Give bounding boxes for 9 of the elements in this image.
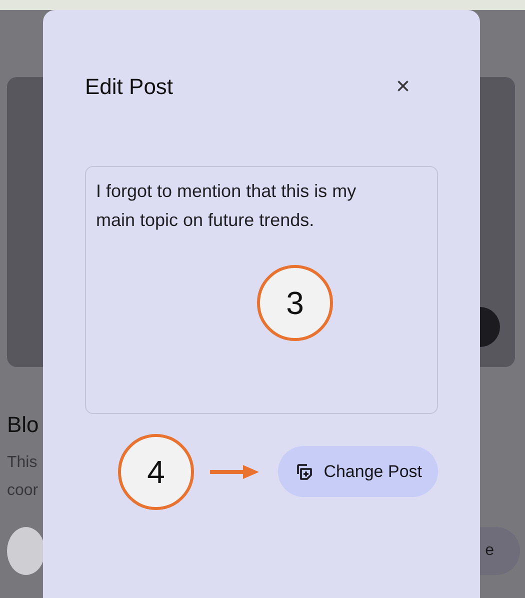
- avatar: [7, 527, 45, 575]
- close-button[interactable]: ×: [396, 73, 438, 101]
- arrow: [210, 465, 259, 479]
- post-heading: Blo: [7, 411, 39, 439]
- post-text: This: [7, 453, 38, 473]
- post-text: coor: [7, 481, 38, 501]
- copy-plus-icon: [296, 462, 314, 480]
- change-post-button[interactable]: Change Post: [278, 446, 438, 497]
- dialog-title: Edit Post: [85, 74, 174, 100]
